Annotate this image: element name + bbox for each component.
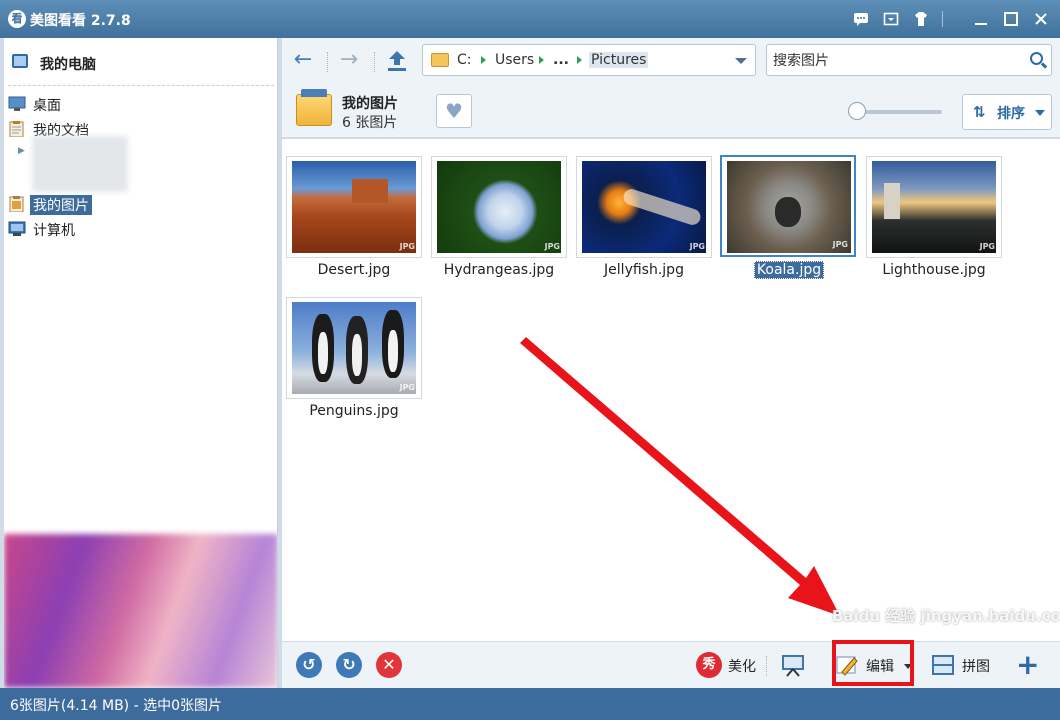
thumbnail-koala[interactable]: JPG bbox=[720, 155, 856, 257]
sidebar: 我的电脑 桌面 我的文档 ▶ 我的图片 计算机 bbox=[4, 38, 278, 688]
sidebar-item-label: 计算机 bbox=[33, 223, 75, 239]
meitu-xiuxiu-icon: 秀 bbox=[696, 652, 722, 678]
edit-label: 编辑 bbox=[866, 659, 894, 675]
sort-icon: ⇅ bbox=[973, 103, 986, 121]
image-count: 6 张图片 bbox=[342, 115, 398, 131]
minimize-icon[interactable] bbox=[972, 10, 990, 28]
chevron-down-icon[interactable] bbox=[904, 664, 912, 669]
forward-arrow-icon[interactable]: → bbox=[336, 48, 362, 74]
folder-icon bbox=[431, 53, 449, 67]
documents-icon bbox=[9, 121, 24, 137]
status-text: 6张图片(4.14 MB) - 选中0张图片 bbox=[10, 698, 222, 714]
sidebar-item-label: 我的图片 bbox=[30, 195, 92, 215]
puzzle-label: 拼图 bbox=[962, 659, 990, 675]
breadcrumb-pictures[interactable]: Pictures bbox=[589, 52, 649, 68]
thumbnail-hydrangeas[interactable]: JPG bbox=[431, 156, 567, 258]
thumbnail-penguins[interactable]: JPG bbox=[286, 297, 422, 399]
filename-text: Hydrangeas.jpg bbox=[443, 262, 555, 278]
toolbar-separator bbox=[327, 52, 328, 72]
wallpaper-preview bbox=[4, 534, 277, 688]
status-bar: 6张图片(4.14 MB) - 选中0张图片 bbox=[0, 688, 1060, 720]
maximize-icon[interactable] bbox=[1002, 10, 1020, 28]
jpg-badge: JPG bbox=[689, 242, 705, 251]
filename-label[interactable]: Lighthouse.jpg bbox=[864, 262, 1004, 278]
redacted-folder bbox=[32, 136, 128, 192]
image-jellyfish bbox=[582, 161, 706, 253]
breadcrumb-arrow-icon[interactable] bbox=[481, 56, 486, 64]
filename-label-selected[interactable]: Koala.jpg bbox=[719, 261, 859, 279]
toolbar-separator bbox=[374, 52, 375, 72]
image-gallery: JPG Desert.jpg JPG Hydrangeas.jpg JPG Je… bbox=[282, 139, 1060, 641]
jpg-badge: JPG bbox=[832, 240, 848, 249]
slideshow-icon bbox=[782, 655, 804, 677]
filename-label[interactable]: Hydrangeas.jpg bbox=[429, 262, 569, 278]
sort-label: 排序 bbox=[997, 106, 1025, 122]
breadcrumb-arrow-icon[interactable] bbox=[539, 56, 544, 64]
filename-label[interactable]: Penguins.jpg bbox=[284, 403, 424, 419]
search-box[interactable] bbox=[766, 44, 1052, 76]
sidebar-item-label: 桌面 bbox=[33, 98, 61, 114]
address-dropdown-icon[interactable] bbox=[735, 58, 747, 64]
thumbnail-jellyfish[interactable]: JPG bbox=[576, 156, 712, 258]
search-input[interactable] bbox=[767, 45, 1017, 75]
breadcrumb-arrow-icon[interactable] bbox=[577, 56, 582, 64]
beautify-label: 美化 bbox=[728, 659, 756, 675]
close-icon[interactable] bbox=[1032, 10, 1050, 28]
toolbar-separator bbox=[766, 656, 767, 676]
feedback-icon[interactable] bbox=[852, 10, 870, 28]
top-toolbar: ← → C: Users ... Pictures 我的图片 6 张图片 ♥ ⇅… bbox=[282, 38, 1060, 138]
filename-label[interactable]: Jellyfish.jpg bbox=[574, 262, 714, 278]
sidebar-header-label: 我的电脑 bbox=[40, 57, 96, 73]
pictures-icon bbox=[9, 196, 24, 212]
app-logo-icon: 看 bbox=[8, 10, 26, 28]
back-arrow-icon[interactable]: ← bbox=[290, 48, 316, 74]
titlebar-separator bbox=[942, 11, 948, 27]
rotate-right-icon[interactable]: ↻ bbox=[336, 652, 362, 678]
puzzle-icon bbox=[932, 655, 954, 675]
filename-text: Lighthouse.jpg bbox=[882, 262, 986, 278]
folder-title: 我的图片 bbox=[342, 96, 398, 112]
favorite-heart-icon[interactable]: ♥ bbox=[436, 94, 472, 128]
image-desert bbox=[292, 161, 416, 253]
jpg-badge: JPG bbox=[399, 242, 415, 251]
breadcrumb-drive[interactable]: C: bbox=[457, 52, 472, 68]
chevron-down-icon bbox=[1035, 110, 1045, 116]
jpg-badge: JPG bbox=[979, 242, 995, 251]
filename-text: Penguins.jpg bbox=[309, 403, 399, 419]
my-computer-icon bbox=[12, 54, 28, 68]
breadcrumb-ellipsis[interactable]: ... bbox=[553, 52, 569, 68]
thumbnail-desert[interactable]: JPG bbox=[286, 156, 422, 258]
filename-text: Jellyfish.jpg bbox=[604, 262, 684, 278]
address-bar[interactable]: C: Users ... Pictures bbox=[422, 44, 756, 76]
current-folder-icon bbox=[296, 89, 332, 126]
image-penguins bbox=[292, 302, 416, 394]
image-lighthouse bbox=[872, 161, 996, 253]
filename-text: Koala.jpg bbox=[753, 261, 825, 279]
filename-text: Desert.jpg bbox=[317, 262, 391, 278]
image-hydrangeas bbox=[437, 161, 561, 253]
skin-icon[interactable] bbox=[912, 10, 930, 28]
thumbnail-lighthouse[interactable]: JPG bbox=[866, 156, 1002, 258]
expand-arrow-icon[interactable]: ▶ bbox=[18, 146, 25, 156]
search-icon[interactable] bbox=[1030, 52, 1043, 65]
desktop-icon bbox=[8, 96, 26, 111]
filename-label[interactable]: Desert.jpg bbox=[284, 262, 424, 278]
bottom-toolbar: ↺ ↻ ✕ 秀 美化 编辑 拼图 + bbox=[282, 641, 1060, 688]
computer-icon bbox=[8, 221, 26, 236]
breadcrumb-users[interactable]: Users bbox=[495, 52, 534, 68]
menu-icon[interactable] bbox=[882, 10, 900, 28]
watermark: Baidu 经验 jingyan.baidu.com bbox=[832, 607, 1060, 625]
add-icon[interactable]: + bbox=[1016, 648, 1039, 681]
rotate-left-icon[interactable]: ↺ bbox=[296, 652, 322, 678]
slider-knob[interactable] bbox=[848, 102, 866, 120]
sort-button[interactable]: ⇅ 排序 bbox=[962, 94, 1052, 130]
delete-icon[interactable]: ✕ bbox=[376, 652, 402, 678]
jpg-badge: JPG bbox=[399, 383, 415, 392]
edit-pencil-icon bbox=[836, 656, 858, 676]
sidebar-divider bbox=[8, 85, 274, 86]
up-folder-icon[interactable] bbox=[384, 48, 410, 74]
jpg-badge: JPG bbox=[544, 242, 560, 251]
app-title: 美图看看 2.7.8 bbox=[30, 13, 131, 29]
title-bar: 看 美图看看 2.7.8 bbox=[0, 0, 1060, 38]
